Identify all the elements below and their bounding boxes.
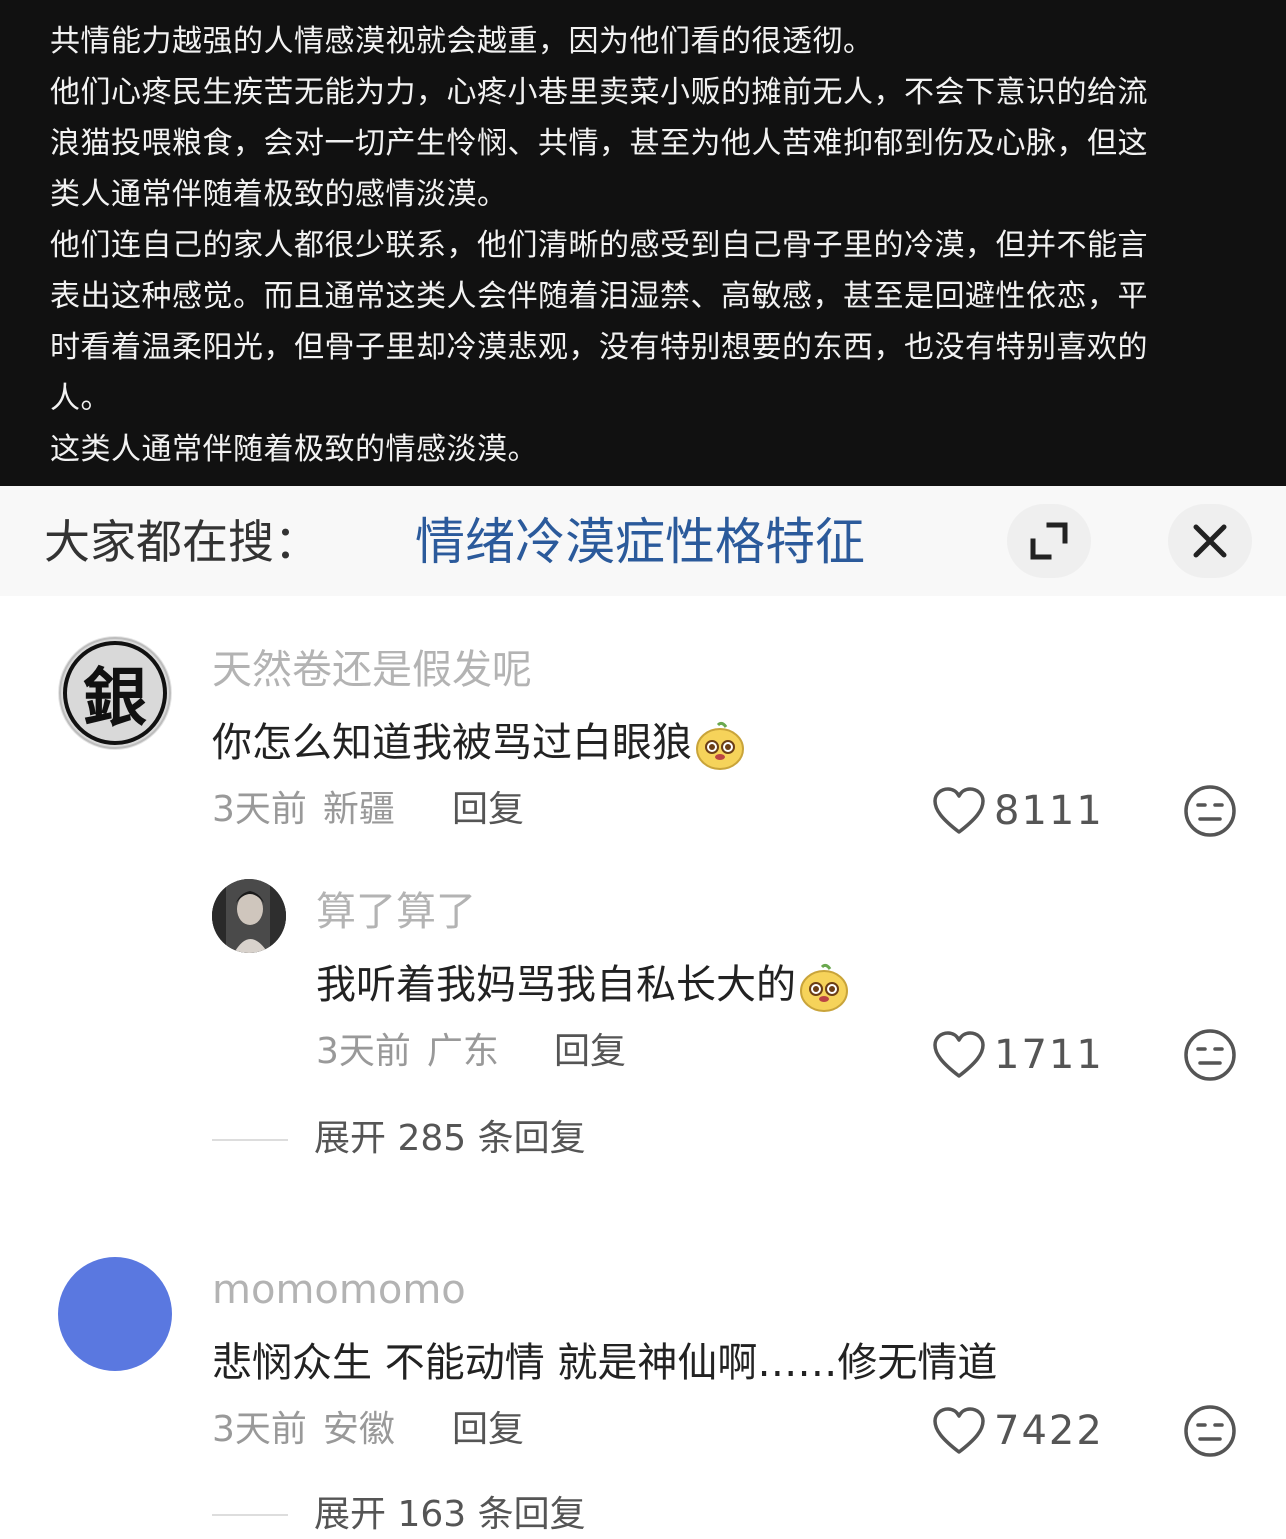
search-suggestion-bar: 大家都在搜： 情绪冷漠症性格特征 — [0, 486, 1286, 596]
comment-text: 悲悯众生 不能动情 就是神仙啊……修无情道 — [212, 1340, 998, 1386]
comment-list: 銀 天然卷还是假发呢 你怎么知道我被骂过白眼狼 3天前 新疆 回复 8111 算… — [0, 596, 1286, 1539]
search-label: 大家都在搜： — [44, 515, 320, 569]
emoji-icon — [696, 721, 744, 770]
expand-replies-button[interactable]: 展开 285 条回复 — [314, 1117, 586, 1161]
dislike-button[interactable] — [1183, 784, 1237, 842]
post-line: 表出这种感觉。而且通常这类人会伴随着泪湿禁、高敏感，甚至是回避性依恋，平 — [50, 279, 1148, 314]
reply-username[interactable]: 算了算了 — [316, 888, 476, 936]
avatar[interactable] — [58, 1257, 172, 1371]
expand-button[interactable] — [1007, 504, 1091, 578]
reply-button[interactable]: 回复 — [554, 1030, 626, 1074]
like-count: 8111 — [994, 788, 1104, 834]
expand-replies-button[interactable]: 展开 163 条回复 — [314, 1493, 586, 1537]
like-button[interactable]: 8111 — [932, 786, 1104, 836]
emoji-icon — [800, 963, 848, 1012]
expand-divider — [212, 1514, 288, 1516]
post-line: 这类人通常伴随着极致的情感淡漠。 — [50, 432, 538, 467]
comment-meta: 3天前 新疆 — [212, 788, 395, 832]
comment-time: 3天前 — [212, 789, 307, 830]
dislike-face-icon — [1184, 785, 1236, 837]
reply-button[interactable]: 回复 — [452, 1408, 524, 1452]
post-line: 共情能力越强的人情感漠视就会越重，因为他们看的很透彻。 — [50, 24, 874, 59]
reply-time: 3天前 — [316, 1031, 411, 1072]
comment-text-content: 你怎么知道我被骂过白眼狼 — [212, 720, 692, 766]
like-button[interactable]: 1711 — [932, 1030, 1104, 1080]
post-line: 他们心疼民生疾苦无能为力，心疼小巷里卖菜小贩的摊前无人，不会下意识的给流 — [50, 75, 1148, 110]
heart-icon — [933, 1031, 985, 1078]
search-term-link[interactable]: 情绪冷漠症性格特征 — [415, 514, 865, 570]
heart-icon — [933, 787, 985, 834]
comment-meta: 3天前 安徽 — [212, 1408, 395, 1452]
reply-location: 广东 — [426, 1031, 499, 1072]
dislike-face-icon — [1184, 1029, 1236, 1081]
avatar[interactable]: 銀 — [58, 636, 172, 750]
dislike-button[interactable] — [1183, 1028, 1237, 1086]
avatar-glyph: 銀 — [83, 661, 147, 736]
comment-time: 3天前 — [212, 1409, 307, 1450]
dislike-face-icon — [1184, 1405, 1236, 1457]
like-count: 7422 — [994, 1408, 1104, 1454]
like-button[interactable]: 7422 — [932, 1406, 1104, 1456]
reply-avatar[interactable] — [212, 879, 286, 953]
post-text-block: 共情能力越强的人情感漠视就会越重，因为他们看的很透彻。 他们心疼民生疾苦无能为力… — [0, 0, 1286, 486]
post-line: 类人通常伴随着极致的感情淡漠。 — [50, 177, 508, 212]
like-count: 1711 — [994, 1032, 1104, 1078]
post-line: 人。 — [50, 381, 111, 416]
comment-text: 你怎么知道我被骂过白眼狼 — [212, 718, 746, 771]
post-line: 时看着温柔阳光，但骨子里却冷漠悲观，没有特别想要的东西，也没有特别喜欢的 — [50, 330, 1148, 365]
expand-divider — [212, 1139, 288, 1141]
reply-button[interactable]: 回复 — [452, 788, 524, 832]
close-icon — [1193, 524, 1227, 558]
reply-meta: 3天前 广东 — [316, 1030, 499, 1074]
expand-icon — [1030, 522, 1068, 560]
comment-location: 新疆 — [322, 789, 395, 830]
reply-text-content: 我听着我妈骂我自私长大的 — [316, 962, 796, 1008]
post-line: 浪猫投喂粮食，会对一切产生怜悯、共情，甚至为他人苦难抑郁到伤及心脉，但这 — [50, 126, 1148, 161]
comment-location: 安徽 — [322, 1409, 395, 1450]
comment-username[interactable]: momomomo — [212, 1266, 466, 1314]
heart-icon — [933, 1407, 985, 1454]
reply-text: 我听着我妈骂我自私长大的 — [316, 960, 850, 1013]
dislike-button[interactable] — [1183, 1404, 1237, 1462]
comment-username[interactable]: 天然卷还是假发呢 — [212, 646, 532, 694]
post-line: 他们连自己的家人都很少联系，他们清晰的感受到自己骨子里的冷漠，但并不能言 — [50, 228, 1148, 263]
close-button[interactable] — [1168, 504, 1252, 578]
